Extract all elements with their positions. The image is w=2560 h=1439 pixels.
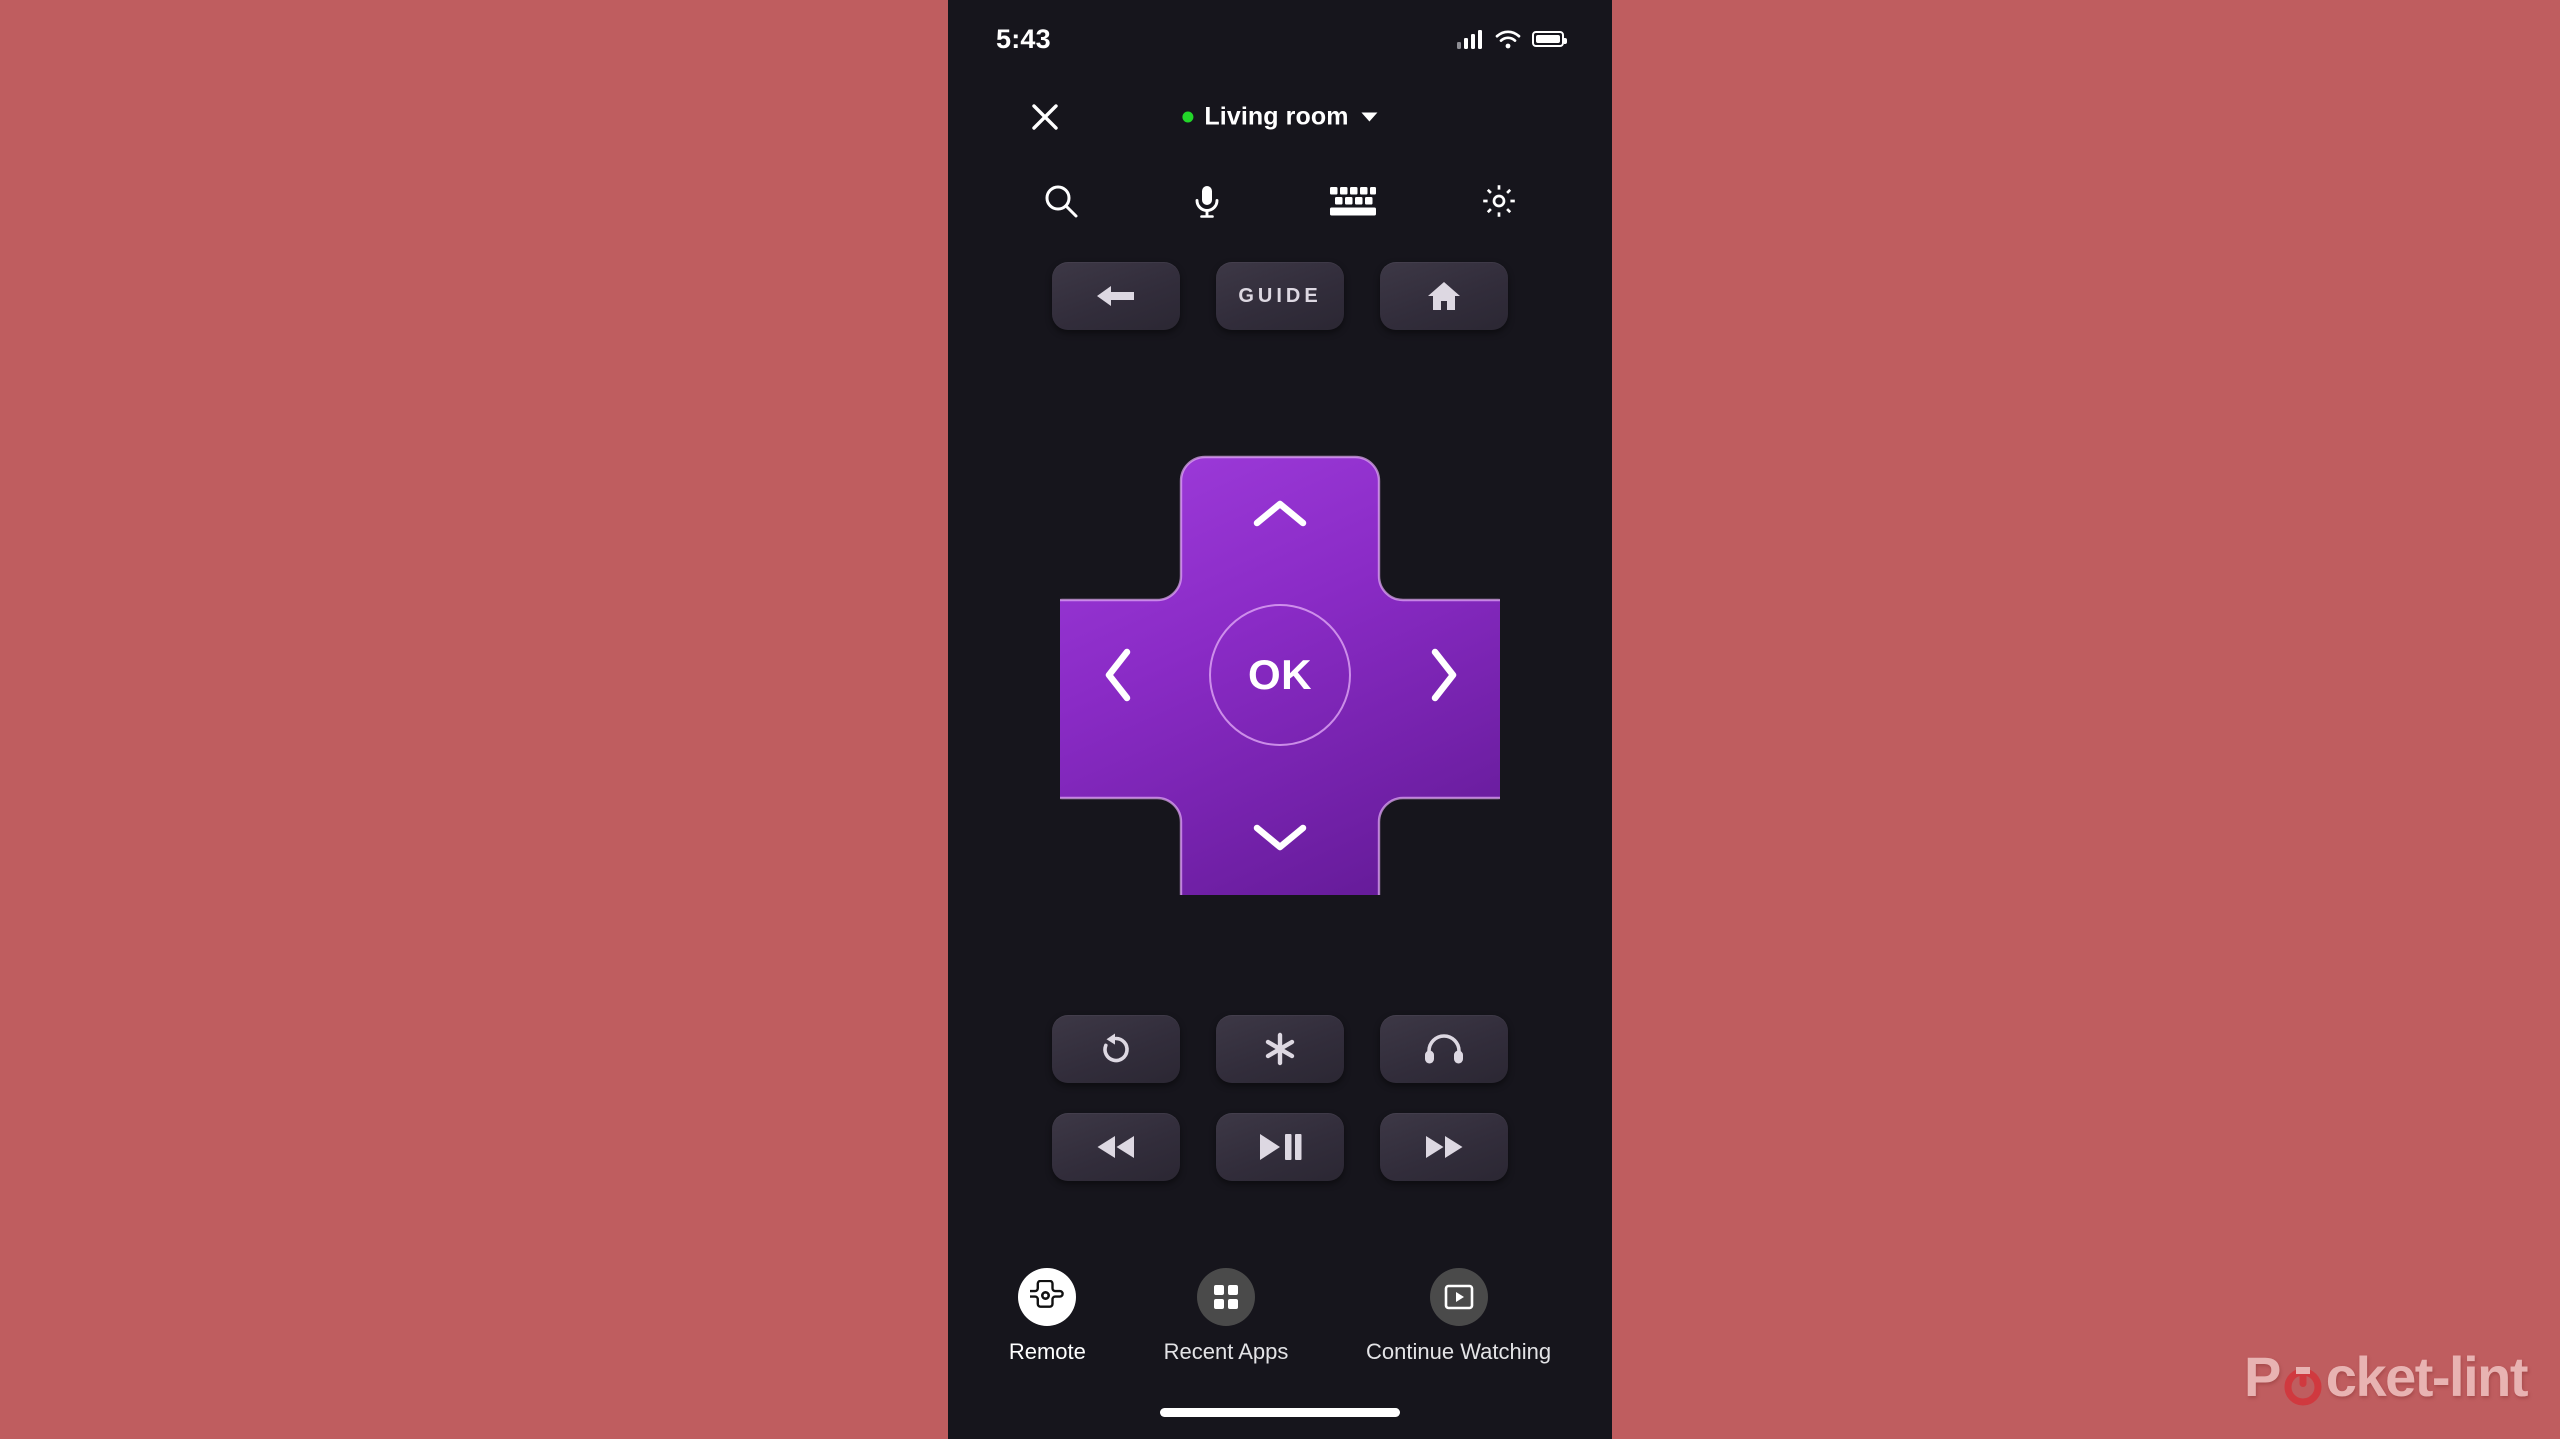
play-pause-icon: [1260, 1134, 1302, 1160]
close-button[interactable]: [1024, 96, 1066, 138]
nav-item-remote[interactable]: Remote: [1009, 1268, 1086, 1365]
bottom-navigation: Remote Recent Apps Continue Watching: [948, 1268, 1612, 1365]
chevron-down-icon: [1361, 112, 1378, 122]
phone-screen: 5:43 Living room GUIDE OK Remote Recent …: [948, 0, 1612, 1439]
settings-button[interactable]: [1463, 170, 1535, 232]
chevron-up-icon: [1253, 500, 1307, 527]
home-icon: [1428, 282, 1460, 310]
close-icon: [1032, 104, 1058, 130]
home-indicator[interactable]: [1160, 1408, 1400, 1417]
keyboard-icon: [1330, 187, 1376, 216]
status-bar: 5:43: [948, 0, 1612, 78]
fast-forward-button[interactable]: [1380, 1113, 1508, 1181]
play-pause-button[interactable]: [1216, 1113, 1344, 1181]
dpad-up-button[interactable]: [1205, 455, 1355, 615]
nav-label-continue-watching: Continue Watching: [1366, 1339, 1552, 1364]
status-bar-time: 5:43: [996, 23, 1051, 54]
headphones-icon: [1425, 1034, 1463, 1064]
voice-search-button[interactable]: [1171, 170, 1243, 232]
dpad-icon: [1030, 1280, 1065, 1308]
grid-apps-icon: [1213, 1285, 1238, 1309]
back-button[interactable]: [1052, 262, 1180, 330]
dpad-down-button[interactable]: [1205, 735, 1355, 895]
dpad-left-button[interactable]: [1060, 600, 1220, 750]
dpad-ok-button[interactable]: OK: [1209, 604, 1351, 746]
power-icon: [2281, 1355, 2325, 1405]
dpad: OK: [1060, 455, 1500, 895]
microphone-icon: [1195, 186, 1219, 218]
replay-button[interactable]: [1052, 1015, 1180, 1083]
watermark-text-before: P: [2243, 1345, 2281, 1408]
remote-icon-circle: [1018, 1268, 1077, 1326]
headphones-button[interactable]: [1380, 1015, 1508, 1083]
nav-item-continue-watching[interactable]: Continue Watching: [1366, 1268, 1551, 1365]
fast-forward-icon: [1426, 1136, 1463, 1158]
arrow-left-icon: [1097, 286, 1134, 306]
nav-label-recent-apps: Recent Apps: [1163, 1339, 1289, 1364]
rewind-button[interactable]: [1052, 1113, 1180, 1181]
nav-item-recent-apps[interactable]: Recent Apps: [1163, 1268, 1289, 1365]
home-button[interactable]: [1380, 262, 1508, 330]
media-row-one: [948, 1015, 1612, 1083]
chevron-down-icon: [1253, 824, 1307, 851]
status-bar-icons: [1456, 29, 1567, 49]
recent-apps-icon-circle: [1196, 1268, 1255, 1326]
replay-icon: [1103, 1033, 1129, 1063]
gear-icon: [1483, 185, 1515, 217]
battery-icon: [1532, 31, 1567, 47]
nav-label-remote: Remote: [1008, 1339, 1086, 1364]
search-icon: [1045, 185, 1078, 218]
watermark-text-after: cket-lint: [2325, 1345, 2529, 1408]
media-row-two: [948, 1113, 1612, 1181]
device-online-indicator: [1182, 111, 1194, 123]
continue-watching-icon-circle: [1429, 1268, 1488, 1326]
wifi-icon: [1495, 30, 1521, 49]
chevron-right-icon: [1431, 648, 1457, 702]
quick-action-row: [948, 170, 1612, 232]
nav-button-row: GUIDE: [948, 262, 1612, 330]
rewind-icon: [1097, 1136, 1134, 1158]
pocketlint-watermark: P cket-lint: [2243, 1344, 2529, 1409]
dpad-right-button[interactable]: [1340, 600, 1500, 750]
keyboard-button[interactable]: [1317, 170, 1389, 232]
search-button[interactable]: [1025, 170, 1097, 232]
play-frame-icon: [1444, 1284, 1473, 1310]
cellular-signal-icon: [1456, 29, 1482, 49]
app-header: Living room: [948, 86, 1612, 148]
device-name-label: Living room: [1204, 102, 1349, 131]
asterisk-icon: [1265, 1032, 1295, 1066]
device-selector[interactable]: Living room: [1182, 102, 1378, 132]
chevron-left-icon: [1105, 648, 1131, 702]
guide-button-label: GUIDE: [1238, 284, 1322, 307]
guide-button[interactable]: GUIDE: [1216, 262, 1344, 330]
ok-label: OK: [1248, 651, 1312, 698]
options-button[interactable]: [1216, 1015, 1344, 1083]
